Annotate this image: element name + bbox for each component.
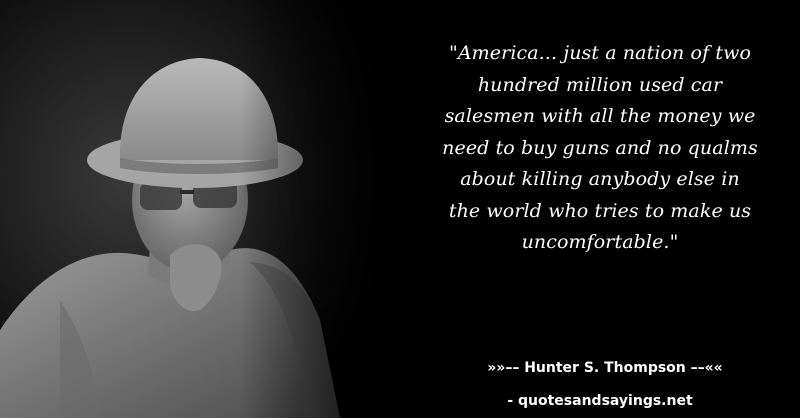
quote-line: hundred million used car <box>477 73 723 96</box>
quote-card: "America... just a nation of two hundred… <box>0 0 800 418</box>
quote-line: need to buy guns and no qualms <box>442 136 758 159</box>
quote-line: the world who tries to make us <box>448 199 752 222</box>
quote-line: uncomfortable." <box>521 231 679 253</box>
quote-line: "America... just a nation of two <box>449 42 751 64</box>
source-site-label: - quotesandsayings.net <box>507 393 693 409</box>
author-portrait <box>0 0 400 418</box>
quote-line: salesmen with all the money we <box>444 105 756 127</box>
quote-line: about killing anybody else in <box>460 168 740 190</box>
quote-author: »»–– Hunter S. Thompson ––«« <box>487 360 723 376</box>
quote-text: "America... just a nation of two hundred… <box>410 38 790 259</box>
